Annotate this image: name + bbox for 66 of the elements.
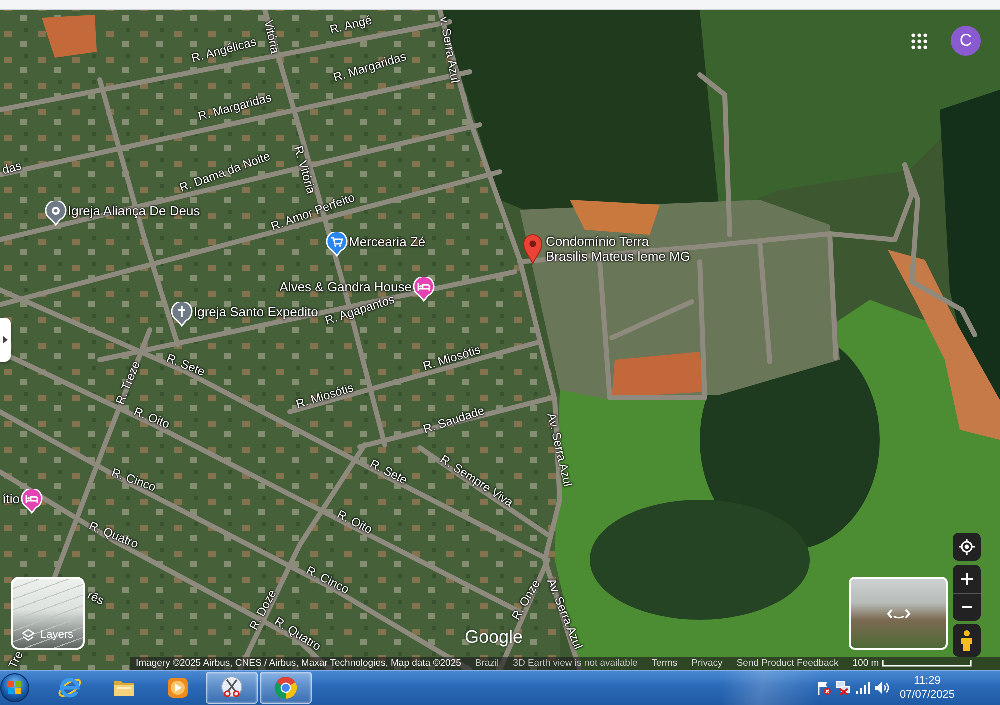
street-label: das — [0, 158, 24, 178]
start-button[interactable] — [0, 673, 30, 703]
street-label: R. Miosótis — [422, 342, 482, 374]
scale-label[interactable]: 100 m — [852, 658, 880, 670]
flag-icon[interactable] — [816, 680, 832, 696]
street-label: R. Dama da Noite — [178, 149, 272, 195]
plus-icon — [961, 572, 973, 585]
apps-grid-icon[interactable] — [911, 33, 928, 50]
footer-link[interactable]: Send Product Feedback — [736, 658, 839, 670]
street-label: R. Cinco — [110, 466, 158, 494]
place-pin-icon[interactable] — [45, 201, 67, 226]
place-label[interactable]: Alves & Gandra House — [280, 280, 412, 294]
crosshair-icon — [958, 538, 976, 556]
region-label: Brazil — [475, 658, 500, 670]
place-label[interactable]: Igreja Aliança De Deus — [68, 204, 200, 218]
bed-pin-icon[interactable] — [21, 489, 43, 514]
footer-link[interactable]: Privacy — [692, 658, 723, 670]
place-label[interactable]: Mercearia Zé — [349, 234, 426, 250]
side-panel-toggle[interactable] — [0, 318, 11, 362]
cart-pin-icon[interactable] — [326, 232, 348, 257]
street-label: v. Serra Azul — [437, 16, 463, 84]
street-label: R. Vitória — [292, 144, 318, 196]
person-icon — [961, 630, 973, 652]
street-label: Tre — [6, 649, 26, 670]
street-label: R. Oito — [132, 404, 172, 432]
street-label: R. Sete — [368, 456, 410, 488]
street-label: rês — [85, 588, 107, 608]
street-view-button[interactable] — [953, 624, 981, 657]
caret-icon — [3, 336, 8, 344]
street-label: Av. Serra Azul — [544, 576, 586, 652]
street-label: R. Angélicas — [190, 34, 258, 66]
street-label: R. Quatro — [87, 518, 141, 552]
speaker-icon[interactable] — [874, 681, 890, 695]
scale-bar-icon — [882, 660, 972, 667]
notice-text: 3D Earth view is not available — [513, 658, 638, 670]
street-label: R. Treze — [113, 359, 143, 407]
location-pin-icon[interactable] — [522, 233, 544, 265]
taskbar-button[interactable] — [260, 672, 312, 704]
bed-pin-icon[interactable] — [413, 277, 435, 302]
clock-date: 07/07/2025 — [900, 688, 955, 702]
layers-icon — [22, 629, 36, 642]
street-label: R. Sete — [164, 351, 208, 379]
street-label: R. Oito — [335, 507, 375, 537]
street-label: R. Cinco — [304, 563, 352, 597]
place-label[interactable]: Condomínio Terra Brasilis Mateus leme MG — [546, 234, 690, 264]
place-label[interactable]: ítio — [2, 492, 20, 506]
street-view-thumbnail[interactable] — [849, 577, 948, 650]
network-error-icon[interactable] — [836, 680, 852, 696]
signal-bars-icon[interactable] — [856, 682, 870, 694]
play-icon — [165, 675, 191, 701]
street-label: R. Saudade — [422, 404, 486, 436]
street-label: Av. Serra Azul — [544, 412, 576, 488]
clock-time: 11:29 — [914, 674, 941, 688]
my-location-button[interactable] — [953, 533, 981, 561]
street-label: Vitória — [262, 19, 282, 55]
street-label: R. Angé — [328, 13, 374, 37]
minus-icon — [962, 606, 972, 608]
tricolor-ring-logo-icon — [273, 675, 299, 701]
cross-pin-icon[interactable] — [171, 302, 193, 327]
taskbar-button[interactable] — [206, 672, 258, 704]
street-label: R. Miosótis — [294, 380, 356, 412]
place-label[interactable]: Igreja Santo Expedito — [194, 304, 318, 320]
imagery-credit: Imagery ©2025 Airbus, CNES / Airbus, Maxar Technologies, Map data ©2025 — [136, 658, 462, 670]
footer-link[interactable]: Terms — [652, 658, 678, 670]
map-logo: Google — [465, 627, 524, 647]
four-pane-logo-icon — [0, 673, 30, 703]
